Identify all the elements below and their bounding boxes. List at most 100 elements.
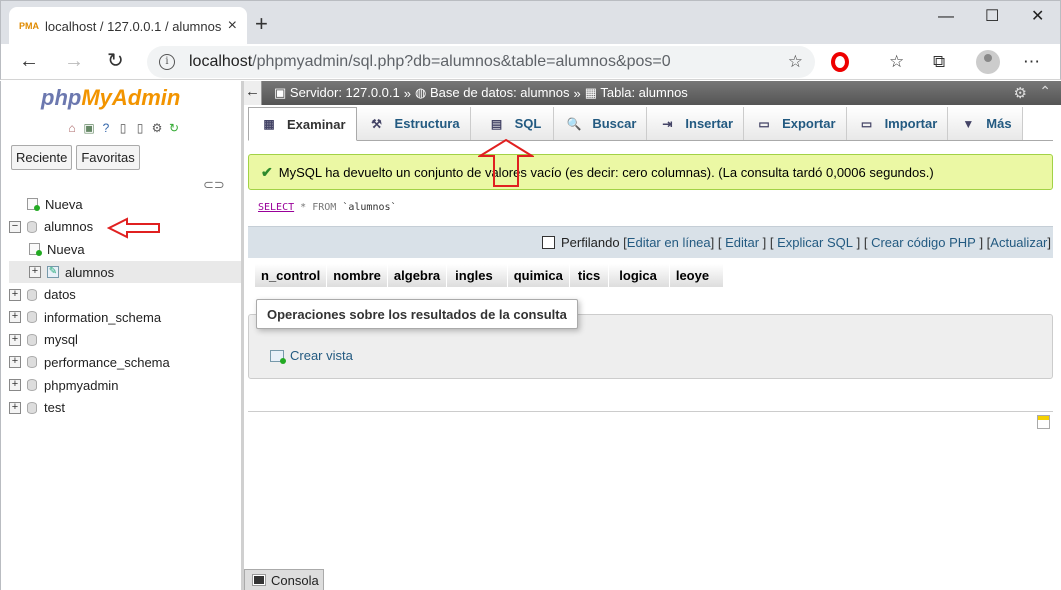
recent-button[interactable]: Reciente bbox=[11, 145, 73, 170]
settings-gear-icon[interactable]: ⚙ bbox=[150, 121, 164, 135]
column-header[interactable]: quimica bbox=[507, 264, 570, 287]
tree-item-label: Nueva bbox=[45, 196, 83, 212]
expand-icon[interactable]: + bbox=[29, 266, 41, 279]
forward-icon[interactable]: → bbox=[64, 50, 84, 72]
docs2-icon[interactable]: ▯ bbox=[133, 121, 147, 135]
tree-item-new-table[interactable]: Nueva bbox=[9, 238, 243, 261]
tab-label: Estructura bbox=[394, 116, 460, 131]
tree-item-alumnos-table[interactable]: + ✎ alumnos bbox=[9, 260, 243, 284]
tab-importar[interactable]: ▭ Importar bbox=[846, 107, 949, 140]
maximize-icon[interactable]: ☐ bbox=[985, 7, 999, 27]
column-header[interactable]: tics bbox=[569, 264, 610, 287]
tab-close-icon[interactable]: × bbox=[228, 17, 237, 35]
query-tools-bar: Perfilando [Editar en línea] [ Editar ] … bbox=[248, 226, 1053, 258]
tab-label: Examinar bbox=[287, 116, 346, 132]
insert-icon: ⇥ bbox=[662, 116, 673, 131]
profiling-checkbox[interactable] bbox=[542, 236, 556, 249]
tree-item-performance-schema[interactable]: + performance_schema bbox=[9, 351, 243, 374]
expand-icon[interactable]: + bbox=[9, 288, 21, 301]
collections-icon[interactable]: ⧉ bbox=[933, 52, 945, 72]
opera-extension-icon[interactable] bbox=[831, 52, 849, 72]
console-toggle[interactable]: Consola bbox=[244, 569, 324, 590]
database-icon bbox=[27, 220, 37, 233]
navigation-panel: phpMyAdmin ⌂ ▣ ? ▯ ▯ ⚙ ↻ Reciente Favori… bbox=[0, 81, 243, 590]
tab-estructura[interactable]: ⚒ Estructura bbox=[356, 107, 471, 140]
profiling-label: Perfilando bbox=[561, 235, 620, 250]
new-tab-icon[interactable]: + bbox=[255, 13, 268, 35]
database-icon bbox=[27, 288, 37, 301]
annotation-arrow-up-icon bbox=[478, 138, 534, 187]
window-close-icon[interactable]: ✕ bbox=[1031, 7, 1044, 27]
notes-icon[interactable] bbox=[1037, 415, 1050, 429]
expand-icon[interactable]: + bbox=[9, 401, 21, 414]
new-icon bbox=[27, 198, 40, 212]
column-header[interactable]: logica bbox=[609, 264, 670, 287]
collapse-icon[interactable]: − bbox=[9, 220, 21, 233]
breadcrumb-separator: » bbox=[403, 85, 411, 101]
breadcrumb-table-label: Tabla: alumnos bbox=[600, 85, 688, 100]
tree-item-new-db[interactable]: Nueva bbox=[9, 193, 243, 216]
tab-exportar[interactable]: ▭ Exportar bbox=[744, 107, 847, 140]
tab-buscar[interactable]: 🔍 Buscar bbox=[554, 107, 648, 140]
column-header[interactable]: n_control bbox=[255, 264, 328, 287]
tree-item-test[interactable]: + test bbox=[9, 396, 243, 419]
help-icon[interactable]: ? bbox=[99, 121, 113, 135]
tree-item-mysql[interactable]: + mysql bbox=[9, 329, 243, 352]
site-info-icon[interactable]: i bbox=[159, 54, 175, 70]
create-view-link[interactable]: Crear vista bbox=[270, 348, 353, 364]
browse-icon: ▦ bbox=[263, 117, 275, 131]
tree-item-phpmyadmin[interactable]: + phpmyadmin bbox=[9, 374, 243, 397]
breadcrumb-database[interactable]: ◍ Base de datos: alumnos bbox=[415, 85, 569, 101]
expand-icon[interactable]: + bbox=[9, 356, 21, 369]
more-dropdown-icon: ▼ bbox=[962, 116, 975, 131]
breadcrumb: ← ▣ Servidor: 127.0.0.1 » ◍ Base de dato… bbox=[244, 81, 1061, 105]
page-settings-gear-icon[interactable]: ⚙ bbox=[1014, 84, 1027, 102]
phpmyadmin-logo[interactable]: phpMyAdmin bbox=[41, 85, 180, 111]
export-icon: ▭ bbox=[758, 116, 770, 131]
tab-mas[interactable]: ▼ Más bbox=[948, 107, 1023, 140]
edit-inline-link[interactable]: Editar en línea bbox=[627, 235, 711, 250]
link-icon[interactable]: ⊂⊃ bbox=[203, 177, 225, 193]
column-header[interactable]: nombre bbox=[327, 264, 388, 287]
tab-insertar[interactable]: ⇥ Insertar bbox=[647, 107, 745, 140]
browser-tab[interactable]: PMA localhost / 127.0.0.1 / alumnos / × bbox=[9, 7, 247, 45]
back-icon[interactable]: ← bbox=[19, 50, 39, 72]
bookmark-star-icon[interactable]: ☆ bbox=[788, 52, 803, 72]
column-header[interactable]: ingles bbox=[447, 264, 508, 287]
expand-icon[interactable]: + bbox=[9, 379, 21, 392]
refresh-link[interactable]: Actualizar bbox=[990, 235, 1047, 250]
breadcrumb-table[interactable]: ▦ Tabla: alumnos bbox=[585, 85, 688, 101]
panel-splitter[interactable] bbox=[241, 81, 244, 590]
favorites-icon[interactable]: ☆ bbox=[889, 52, 904, 72]
tree-item-information-schema[interactable]: + information_schema bbox=[9, 306, 243, 329]
reload-icon[interactable]: ↻ bbox=[107, 50, 124, 72]
breadcrumb-server[interactable]: ▣ Servidor: 127.0.0.1 bbox=[274, 85, 400, 101]
edit-link[interactable]: Editar bbox=[725, 235, 759, 250]
tab-sql[interactable]: ▤ SQL bbox=[470, 107, 555, 140]
tab-label: Buscar bbox=[592, 116, 637, 131]
favorites-button[interactable]: Favoritas bbox=[76, 145, 140, 170]
expand-icon[interactable]: + bbox=[9, 311, 21, 324]
browser-tab-title: localhost / 127.0.0.1 / alumnos / bbox=[45, 18, 222, 34]
logout-icon[interactable]: ▣ bbox=[82, 121, 96, 135]
browser-menu-icon[interactable]: ⋯ bbox=[1023, 52, 1040, 72]
reload-nav-icon[interactable]: ↻ bbox=[167, 121, 181, 135]
url-text: localhost/phpmyadmin/sql.php?db=alumnos&… bbox=[189, 53, 671, 71]
search-icon: 🔍 bbox=[566, 116, 582, 131]
create-php-link[interactable]: Crear código PHP bbox=[871, 235, 976, 250]
column-header[interactable]: leoye bbox=[669, 264, 725, 287]
minimize-icon[interactable]: — bbox=[938, 7, 954, 27]
expand-icon[interactable]: + bbox=[9, 333, 21, 346]
scroll-top-icon[interactable]: ⌃ bbox=[1039, 83, 1051, 100]
collapse-nav-icon[interactable]: ← bbox=[244, 81, 262, 105]
sql-query-display[interactable]: SELECT * FROM `alumnos` bbox=[248, 192, 1053, 226]
home-icon[interactable]: ⌂ bbox=[65, 121, 79, 135]
success-message-text: MySQL ha devuelto un conjunto de valores… bbox=[278, 164, 934, 180]
tab-examinar[interactable]: ▦ Examinar bbox=[248, 107, 357, 141]
docs-icon[interactable]: ▯ bbox=[116, 121, 130, 135]
profile-avatar-icon[interactable] bbox=[976, 50, 1000, 74]
column-header[interactable]: algebra bbox=[387, 264, 448, 287]
address-bar[interactable]: i localhost/phpmyadmin/sql.php?db=alumno… bbox=[147, 46, 815, 78]
tree-item-datos[interactable]: + datos bbox=[9, 283, 243, 306]
explain-sql-link[interactable]: Explicar SQL bbox=[777, 235, 853, 250]
